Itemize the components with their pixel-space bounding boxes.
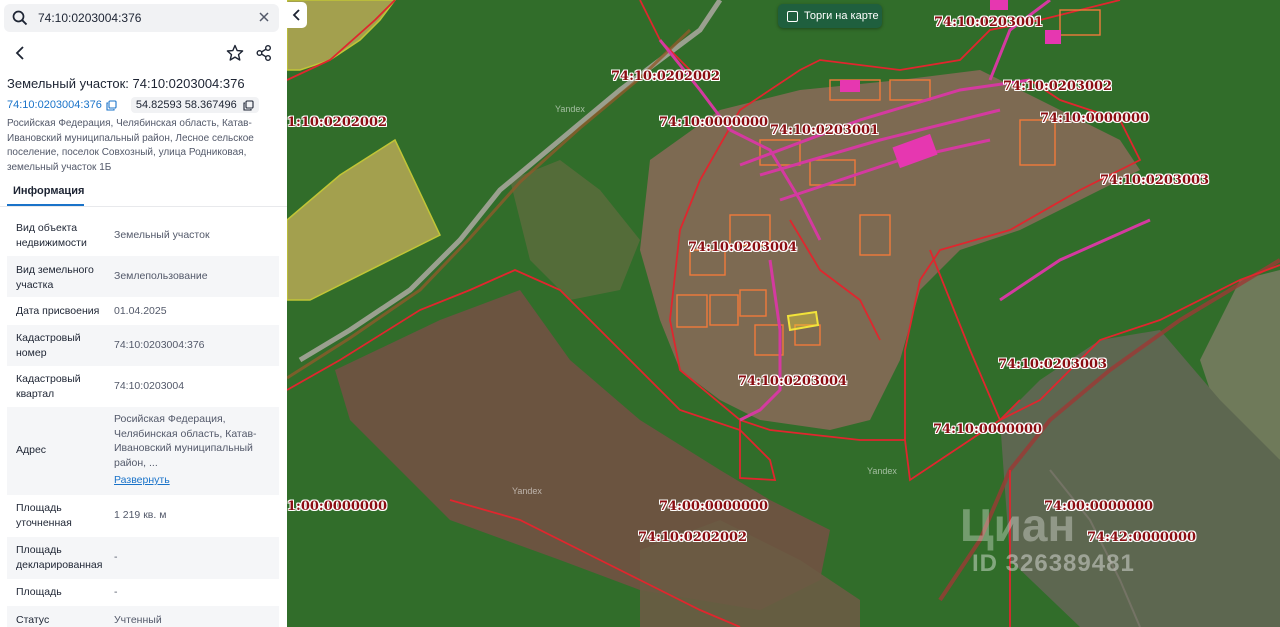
coords-value: 54.82593 58.367496 (135, 99, 237, 111)
quarter-label[interactable]: 74:10:0202002 (611, 69, 720, 84)
copy-icon[interactable] (106, 99, 117, 111)
table-row: Вид объекта недвижимости Земельный участ… (7, 214, 279, 256)
search-box[interactable]: 74:10:0203004:376 (4, 4, 279, 32)
row-key: Кадастровый квартал (16, 373, 81, 400)
row-key: Вид объекта недвижимости (16, 222, 87, 249)
table-row: Площадь уточненная 1 219 кв. м (7, 495, 279, 537)
tile-credit: Yandex (512, 486, 542, 496)
row-key: Площадь (16, 586, 62, 598)
quarter-label[interactable]: 74:42:0000000 (1087, 530, 1196, 545)
quarter-label[interactable]: 74:10:0203001 (770, 123, 879, 138)
building (1045, 30, 1061, 44)
row-value: 01.04.2025 (114, 305, 167, 317)
quarter-label[interactable]: 1:10:0202002 (287, 115, 387, 130)
page-title: Земельный участок: 74:10:0203004:376 (7, 76, 245, 91)
tile-credit: Yandex (867, 466, 897, 476)
table-row: Дата присвоения 01.04.2025 (7, 297, 279, 325)
row-value: 74:10:0203004:376 (114, 339, 205, 351)
quarter-label[interactable]: 74:10:0203001 (934, 15, 1043, 30)
tab-information[interactable]: Информация (7, 180, 84, 206)
table-row: Статус Учтенный (7, 606, 279, 627)
row-value: Земельный участок (114, 229, 210, 241)
search-icon[interactable] (12, 10, 28, 26)
row-key: Площадь декларированная (16, 544, 103, 571)
close-icon[interactable] (257, 10, 271, 24)
favorite-button[interactable] (222, 40, 248, 66)
panel-toolbar (0, 38, 287, 68)
auction-toggle[interactable]: Торги на карте (778, 4, 882, 28)
quarter-label[interactable]: 1:00:0000000 (287, 499, 387, 514)
quarter-label[interactable]: 74:10:0203003 (998, 357, 1107, 372)
expand-link[interactable]: Развернуть (114, 473, 264, 488)
chevron-left-icon (292, 9, 300, 21)
row-key: Вид земельного участка (16, 264, 94, 291)
row-value: 74:10:0203004 (114, 380, 185, 392)
quarter-label[interactable]: 74:10:0000000 (1040, 111, 1149, 126)
search-input[interactable]: 74:10:0203004:376 (38, 11, 141, 25)
auction-label: Торги на карте (804, 10, 879, 22)
cadastral-link[interactable]: 74:10:0203004:376 (7, 99, 102, 111)
table-row: Вид земельного участка Землепользование (7, 256, 279, 297)
watermark-id: ID 326389481 (972, 550, 1135, 577)
share-icon (256, 44, 271, 61)
table-row: Кадастровый номер 74:10:0203004:376 (7, 325, 279, 366)
row-value: Учтенный (114, 614, 162, 626)
table-row: Кадастровый квартал 74:10:0203004 (7, 366, 279, 407)
collapse-panel-button[interactable] (287, 2, 307, 28)
info-panel: 74:10:0203004:376 Земельный участок: 74:… (0, 0, 287, 627)
address-text: Росийская Федерация, Челябинская область… (7, 118, 254, 173)
building (840, 80, 860, 92)
row-value: Землепользование (114, 270, 208, 282)
quarter-label[interactable]: 74:10:0203003 (1100, 173, 1209, 188)
checkbox-icon[interactable] (787, 10, 798, 22)
tab-divider (0, 206, 287, 207)
chevron-left-icon (15, 46, 24, 60)
coords-badge[interactable]: 54.82593 58.367496 (130, 97, 259, 113)
row-key: Площадь уточненная (16, 502, 72, 529)
row-key: Статус (16, 614, 50, 626)
tile-credit: Yandex (555, 104, 585, 114)
star-icon (226, 44, 244, 61)
copy-icon[interactable] (243, 99, 254, 111)
quarter-label[interactable]: 74:10:0203004 (688, 240, 797, 255)
table-row: Адрес Росийская Федерация, Челябинская о… (7, 407, 279, 495)
quarter-label[interactable]: 74:10:0000000 (933, 422, 1042, 437)
row-key: Кадастровый номер (16, 332, 81, 359)
row-key: Адрес (16, 444, 47, 456)
quarter-label[interactable]: 74:10:0203002 (1003, 79, 1112, 94)
quarter-label[interactable]: 74:10:0203004 (738, 374, 847, 389)
properties-table: Вид объекта недвижимости Земельный участ… (7, 214, 279, 627)
back-button[interactable] (7, 40, 33, 66)
quarter-label[interactable]: 74:00:0000000 (659, 499, 768, 514)
table-row: Площадь декларированная - (7, 537, 279, 579)
row-value: Росийская Федерация, Челябинская область… (114, 413, 257, 469)
row-value: 1 219 кв. м (114, 509, 167, 521)
quarter-label[interactable]: 74:10:0000000 (659, 115, 768, 130)
share-button[interactable] (251, 40, 277, 66)
table-row: Площадь - (7, 579, 279, 606)
quarter-label[interactable]: 74:10:0202002 (638, 530, 747, 545)
row-key: Дата присвоения (16, 305, 100, 317)
row-value: - (114, 551, 118, 563)
watermark-logo: Циан (960, 499, 1076, 551)
id-row: 74:10:0203004:376 54.82593 58.367496 (7, 96, 259, 114)
row-value: - (114, 586, 118, 598)
